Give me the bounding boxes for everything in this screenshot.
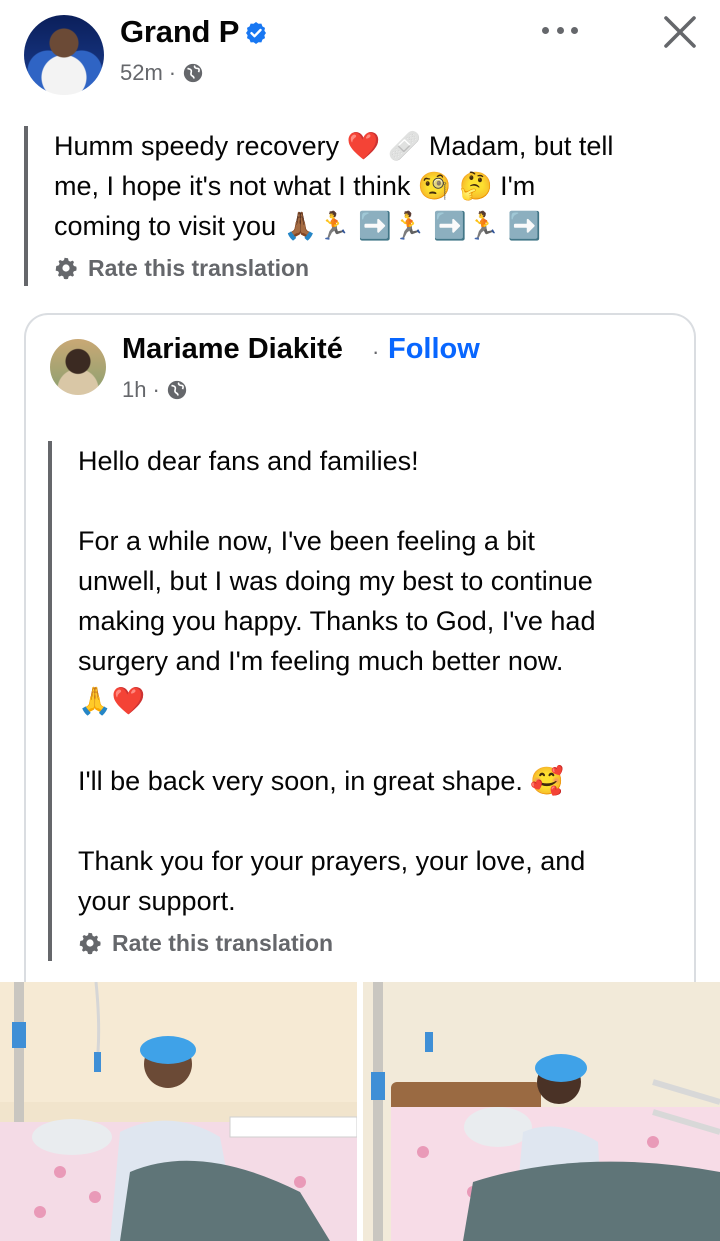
hospital-photo[interactable] <box>363 982 720 1241</box>
follow-button[interactable]: Follow <box>388 333 480 366</box>
shared-text-line: Hello dear fans and families! <box>78 446 419 476</box>
shared-text-line: 🙏❤️ <box>78 686 146 716</box>
shared-text-line: Thank you for your prayers, your love, a… <box>78 846 586 876</box>
shared-post-meta: 1h · <box>122 377 188 403</box>
hospital-photo[interactable] <box>0 982 357 1241</box>
shared-post-body: Hello dear fans and families! For a whil… <box>48 441 668 961</box>
rate-translation-button[interactable]: Rate this translation <box>78 925 668 961</box>
globe-icon <box>183 63 203 83</box>
post-meta: 52m · <box>120 60 204 86</box>
more-options-icon[interactable] <box>540 18 580 42</box>
rate-translation-label: Rate this translation <box>88 254 310 281</box>
close-icon[interactable] <box>660 12 700 52</box>
author-name[interactable]: Grand P <box>120 14 239 50</box>
shared-author-avatar[interactable] <box>50 339 106 395</box>
post-text-line: coming to visit you 🙏🏾🏃 ➡️🏃 ➡️🏃 ➡️ <box>54 211 542 241</box>
shared-post-time[interactable]: 1h <box>122 377 146 403</box>
meta-separator: · <box>152 377 160 402</box>
post-body: Humm speedy recovery ❤️ 🩹 Madam, but tel… <box>24 126 704 286</box>
author-avatar[interactable] <box>24 15 104 95</box>
shared-post-card[interactable]: Mariame Diakité · Follow 1h · Hello dear… <box>24 313 696 1013</box>
shared-text-line: I'll be back very soon, in great shape. … <box>78 766 565 796</box>
meta-separator: · <box>168 60 177 85</box>
shared-text-line: making you happy. Thanks to God, I've ha… <box>78 606 596 636</box>
post-time[interactable]: 52m <box>120 60 163 86</box>
shared-text-line: For a while now, I've been feeling a bit <box>78 526 535 556</box>
shared-text-line: your support. <box>78 886 236 916</box>
rate-translation-button[interactable]: Rate this translation <box>54 250 704 286</box>
rate-translation-label: Rate this translation <box>112 929 334 956</box>
shared-author-name[interactable]: Mariame Diakité <box>122 333 343 366</box>
gear-icon <box>79 932 101 955</box>
verified-badge-icon <box>246 22 266 44</box>
post-text-line: me, I hope it's not what I think 🧐 🤔 I'm <box>54 171 536 201</box>
post-photos <box>0 982 720 1241</box>
post-text-line: Humm speedy recovery ❤️ 🩹 Madam, but tel… <box>54 131 614 161</box>
follow-separator: · <box>372 339 380 364</box>
post-header: Grand P 52m · <box>0 0 720 110</box>
shared-text-line: unwell, but I was doing my best to conti… <box>78 566 593 596</box>
globe-icon <box>167 380 186 400</box>
gear-icon <box>55 257 77 280</box>
shared-text-line: surgery and I'm feeling much better now. <box>78 646 564 676</box>
